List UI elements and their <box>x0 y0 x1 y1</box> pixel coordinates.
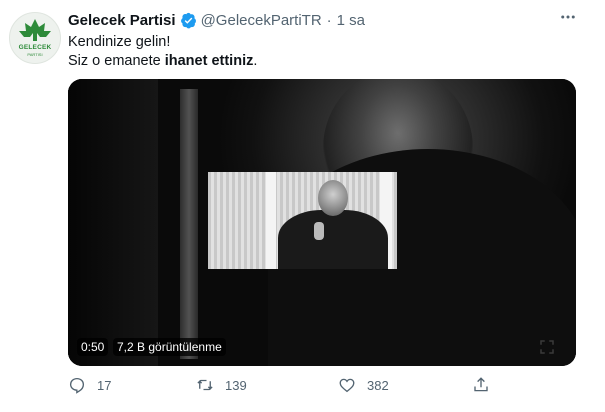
reply-count: 17 <box>97 377 112 393</box>
tweet-text-prefix: Siz o emanete <box>68 53 165 69</box>
expand-icon[interactable] <box>538 338 556 356</box>
reply-button[interactable]: 17 <box>68 373 111 397</box>
video-duration-badge: 0:50 <box>77 338 109 356</box>
inset-speaker-head <box>318 180 348 216</box>
more-icon <box>561 15 575 19</box>
tweet-text-bold: ihanet ettiniz <box>164 53 254 69</box>
inset-stripe <box>266 172 276 269</box>
video-frame-shadow <box>68 79 158 366</box>
tweet-actions: 17 139 382 <box>68 373 498 397</box>
tweet-timestamp[interactable]: 1 sa <box>337 12 365 29</box>
tweet-text-line2: Siz o emanete ihanet ettiniz. <box>68 52 257 71</box>
like-button[interactable]: 382 <box>338 373 389 397</box>
inset-microphone <box>314 222 324 240</box>
tweet-text-line1: Kendinize gelin! <box>68 34 171 50</box>
avatar-logo-subtext: PARTISI <box>27 52 43 57</box>
account-name[interactable]: Gelecek Partisi <box>68 12 176 29</box>
retweet-count: 139 <box>225 377 247 393</box>
more-options-button[interactable] <box>555 8 581 32</box>
tweet-card[interactable]: GELECEK PARTISI Gelecek Partisi @Gelecek… <box>0 0 605 412</box>
retweet-button[interactable]: 139 <box>196 373 247 397</box>
reply-icon <box>69 377 85 394</box>
share-button[interactable] <box>472 373 490 397</box>
retweet-icon <box>197 379 213 391</box>
tweet-header: Gelecek Partisi @GelecekPartiTR · 1 sa <box>68 9 365 31</box>
tweet-text-suffix: . <box>253 53 258 69</box>
video-player[interactable]: 0:50 7,2 B görüntülenme <box>68 79 576 366</box>
tweet-text: Kendinize gelin! Siz o emanete ihanet et… <box>68 33 257 71</box>
like-count: 382 <box>367 377 389 393</box>
inset-speaker <box>278 180 388 269</box>
separator-dot: · <box>326 11 332 29</box>
avatar[interactable]: GELECEK PARTISI <box>9 12 61 64</box>
share-icon <box>474 377 488 392</box>
inset-speaker-body <box>278 210 388 269</box>
video-views-badge: 7,2 B görüntülenme <box>113 338 226 356</box>
heart-icon <box>339 378 355 393</box>
video-inset-image <box>208 172 397 269</box>
account-handle[interactable]: @GelecekPartiTR <box>201 12 322 29</box>
video-frame-pole <box>180 89 198 359</box>
avatar-logo-text: GELECEK <box>18 44 52 51</box>
verified-badge-icon <box>180 12 196 28</box>
